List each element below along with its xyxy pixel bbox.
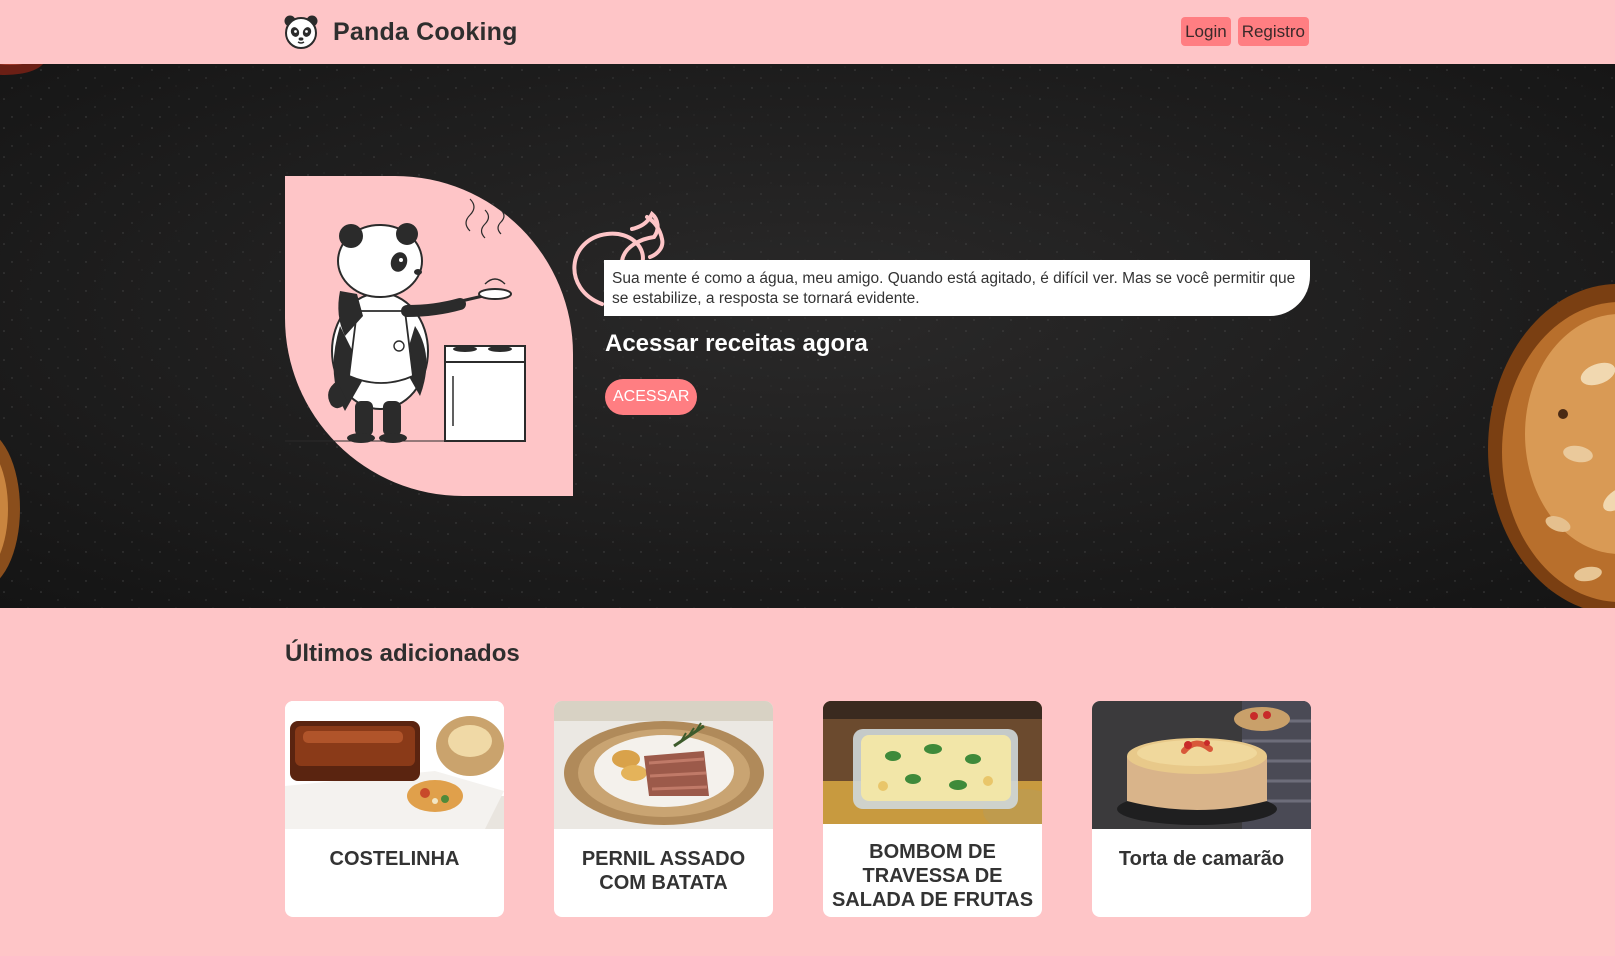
hero-quote: Sua mente é como a água, meu amigo. Quan… [604, 260, 1310, 316]
recipe-image-shrimp-pie[interactable] [1092, 701, 1311, 829]
recipe-title[interactable]: COSTELINHA [285, 829, 504, 871]
recipe-card[interactable]: PERNIL ASSADO COM BATATA [554, 701, 773, 917]
panda-logo-icon [284, 15, 318, 49]
recipe-image-fruit-dessert[interactable] [823, 701, 1042, 824]
food-decoration-top-left [0, 64, 43, 75]
bread-decoration-left [0, 439, 20, 579]
recipe-image-pork[interactable] [554, 701, 773, 829]
recipe-image-ribs[interactable] [285, 701, 504, 829]
brand-link[interactable]: Panda Cooking [283, 14, 518, 50]
hero-quote-text: Sua mente é como a água, meu amigo. Quan… [612, 270, 1296, 307]
brand-name: Panda Cooking [333, 17, 518, 46]
recipe-title[interactable]: PERNIL ASSADO COM BATATA [554, 829, 773, 895]
navbar: Panda Cooking Login Registro [0, 0, 1615, 64]
recipe-card[interactable]: COSTELINHA [285, 701, 504, 917]
login-button[interactable]: Login [1181, 17, 1231, 46]
recipe-title[interactable]: Torta de camarão [1092, 829, 1311, 871]
bread-decoration-right [1488, 284, 1615, 608]
access-recipes-button[interactable]: ACESSAR [605, 379, 698, 415]
nav-actions: Login Registro [1181, 17, 1309, 46]
register-button[interactable]: Registro [1237, 17, 1309, 46]
hero-banner: Sua mente é como a água, meu amigo. Quan… [0, 64, 1615, 608]
recipe-title[interactable]: BOMBOM DE TRAVESSA DE SALADA DE FRUTAS [823, 824, 1042, 912]
hero-heading: Acessar receitas agora [605, 330, 868, 357]
recent-section-title: Últimos adicionados [285, 640, 520, 667]
recipe-card[interactable]: BOMBOM DE TRAVESSA DE SALADA DE FRUTAS [823, 701, 1042, 917]
panda-chef-illustration [285, 176, 573, 496]
recipe-card[interactable]: Torta de camarão [1092, 701, 1311, 917]
